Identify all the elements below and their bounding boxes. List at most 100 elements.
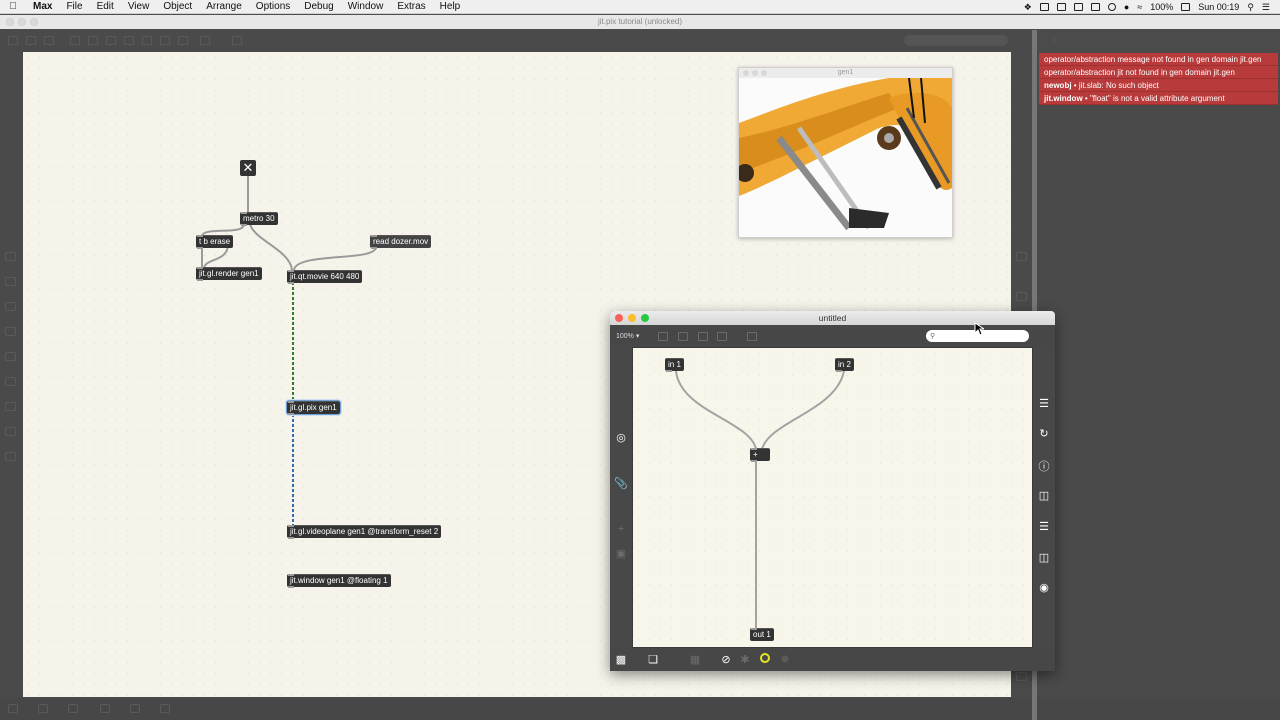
book-icon[interactable]: ◫ — [1036, 489, 1052, 502]
read-message-box[interactable]: read dozer.mov — [370, 235, 432, 249]
outlet[interactable] — [288, 413, 294, 415]
outlet[interactable] — [197, 279, 203, 281]
cord-terase-render2 — [203, 245, 229, 269]
video-frame-image — [739, 78, 952, 237]
sidebar-tool-icon[interactable] — [1016, 672, 1027, 681]
cord-metro-movie — [249, 223, 293, 271]
error-message: "float" is not a valid attribute argumen… — [1089, 94, 1225, 103]
gen-outlet-1[interactable]: out 1 — [750, 628, 774, 641]
inlet[interactable] — [371, 235, 377, 237]
console-error-row[interactable]: jit.window • "float" is not a valid attr… — [1039, 92, 1278, 105]
list-icon[interactable]: ☰ — [1036, 520, 1052, 533]
outlet[interactable] — [288, 586, 294, 588]
close-window-button[interactable] — [743, 70, 749, 76]
wrench-icon[interactable]: ✱ — [737, 653, 753, 666]
outlet[interactable] — [241, 224, 247, 226]
pix-object[interactable]: jit.gl.pix gen1 — [286, 400, 341, 415]
console-header-search-icon[interactable]: ⚲ — [1051, 36, 1057, 45]
notes-icon[interactable] — [1056, 3, 1066, 11]
spotlight-icon[interactable]: ⚲ — [1247, 2, 1254, 13]
mute-icon[interactable] — [100, 704, 110, 713]
console-error-row[interactable]: operator/abstraction jit not found in ge… — [1039, 66, 1278, 79]
cord-in1-plus — [675, 370, 757, 450]
outlet[interactable] — [371, 247, 377, 249]
info-icon[interactable]: ⓘ — [1036, 458, 1052, 474]
zoom-window-button[interactable] — [761, 70, 767, 76]
object-label: in 1 — [668, 360, 681, 369]
error-message: jit.slab: No such object — [1078, 81, 1159, 90]
sidebar-tool-icon[interactable] — [1016, 252, 1027, 261]
debug-icon[interactable]: ✵ — [777, 653, 793, 666]
record-icon[interactable] — [1107, 3, 1116, 11]
snap-icon[interactable] — [160, 704, 170, 713]
battery-status-icon[interactable] — [1039, 3, 1049, 11]
battery-icon[interactable] — [1181, 3, 1191, 11]
console-error-row[interactable]: operator/abstraction message not found i… — [1039, 53, 1278, 66]
outlet[interactable] — [836, 370, 842, 372]
inlet[interactable] — [751, 628, 757, 630]
render-object[interactable]: jit.gl.render gen1 — [196, 267, 262, 281]
refresh-icon[interactable]: ↻ — [1036, 427, 1052, 440]
object-label: in 2 — [838, 360, 851, 369]
wifi-icon[interactable]: ≈ — [1137, 2, 1142, 12]
notification-center-icon[interactable]: ☰ — [1262, 2, 1270, 13]
metro-object[interactable]: metro 30 — [240, 212, 278, 226]
inlet[interactable] — [288, 574, 294, 576]
error-message: operator/abstraction message not found i… — [1044, 55, 1262, 64]
inlet[interactable] — [288, 525, 294, 527]
outlet[interactable] — [197, 247, 203, 249]
gen-inlet-1[interactable]: in 1 — [665, 358, 684, 372]
inlet[interactable] — [241, 212, 247, 214]
movie-object[interactable]: jit.qt.movie 640 480 — [287, 270, 363, 284]
debug-icon[interactable] — [130, 704, 140, 713]
object-label: read dozer.mov — [373, 237, 429, 246]
gen-plus-operator[interactable]: + — [750, 448, 770, 462]
display-icon[interactable] — [1073, 3, 1083, 11]
videoplane-object[interactable]: jit.gl.videoplane gen1 @transform_reset … — [287, 525, 442, 539]
presentation-icon[interactable]: ❏ — [645, 653, 661, 666]
outlet[interactable] — [751, 460, 757, 462]
object-label: metro 30 — [243, 214, 275, 223]
error-source: jit.window — [1044, 94, 1083, 103]
camera-icon[interactable]: ◉ — [1036, 581, 1052, 594]
grid-icon[interactable] — [68, 704, 78, 713]
object-label: jit.qt.movie 640 480 — [290, 272, 360, 281]
screen-record-icon[interactable] — [1090, 3, 1100, 11]
object-label: jit.gl.render gen1 — [199, 269, 259, 278]
presentation-icon[interactable] — [38, 704, 48, 713]
cord-read-movie — [293, 246, 377, 271]
jit-window-object[interactable]: jit.window gen1 @floating 1 — [287, 574, 391, 588]
inlet[interactable] — [197, 235, 203, 237]
battery-percent[interactable]: 100% — [1150, 2, 1173, 12]
jit-window-titlebar: gen1 — [739, 68, 952, 78]
grid-icon[interactable]: ▦ — [687, 653, 703, 666]
outlet[interactable] — [288, 537, 294, 539]
inlet[interactable] — [288, 270, 294, 272]
snap-ring-icon[interactable] — [757, 653, 773, 666]
cord-in2-plus — [761, 370, 845, 450]
lock-icon[interactable] — [8, 704, 18, 713]
console-error-row[interactable]: newobj • jit.slab: No such object — [1039, 79, 1278, 92]
sidebar-tool-icon[interactable] — [1016, 292, 1027, 301]
inlet[interactable] — [751, 448, 757, 450]
object-label: jit.gl.videoplane gen1 @transform_reset … — [290, 527, 439, 536]
mouse-cursor-icon — [974, 322, 984, 336]
outlet[interactable] — [288, 282, 294, 284]
gen-inlet-2[interactable]: in 2 — [835, 358, 854, 372]
reference-icon[interactable]: ◫ — [1036, 551, 1052, 564]
minimize-window-button[interactable] — [752, 70, 758, 76]
inlet[interactable] — [288, 401, 294, 403]
creative-cloud-icon[interactable]: ● — [1124, 2, 1129, 12]
gen-bottom-toolbar: ▩ ❏ ▦ ⊘ ✱ ✵ — [610, 648, 1055, 671]
mute-icon[interactable]: ⊘ — [718, 653, 734, 666]
inlet[interactable] — [197, 267, 203, 269]
jit-output-window[interactable]: gen1 — [738, 67, 953, 238]
trigger-object[interactable]: t b erase — [196, 235, 234, 249]
object-label: jit.window gen1 @floating 1 — [290, 576, 388, 585]
max-console: ⚲ operator/abstraction message not found… — [1037, 30, 1280, 720]
outlet[interactable] — [666, 370, 672, 372]
toggle-button[interactable]: ✕ — [240, 160, 256, 176]
inspector-list-icon[interactable]: ☰ — [1036, 397, 1052, 410]
lock-icon[interactable]: ▩ — [613, 653, 629, 666]
clock[interactable]: Sun 00:19 — [1198, 2, 1239, 12]
